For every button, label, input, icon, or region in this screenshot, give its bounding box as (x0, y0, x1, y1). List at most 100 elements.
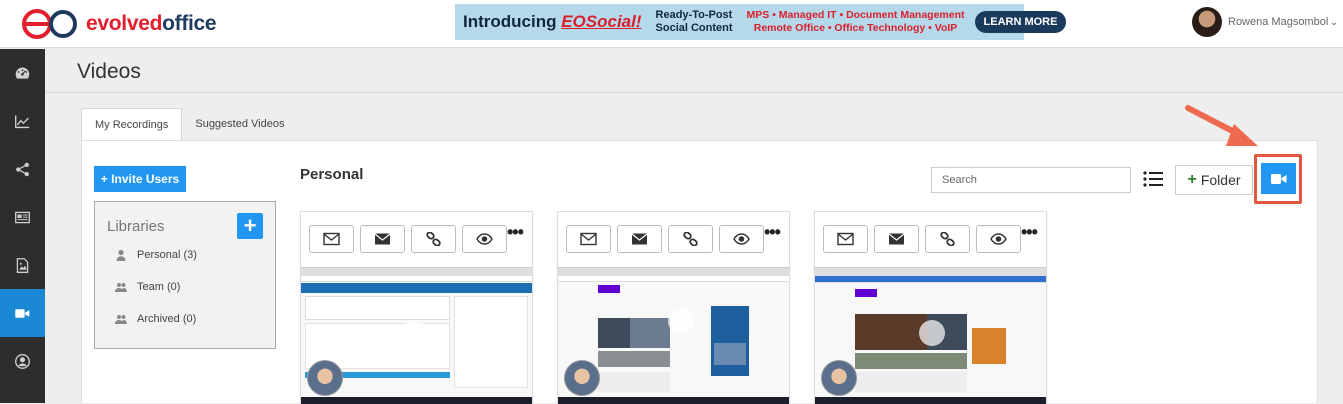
library-item-label: Archived (0) (137, 313, 197, 325)
news-icon (15, 211, 30, 223)
envelope-outline-icon (837, 232, 854, 246)
library-item-label: Personal (3) (137, 249, 197, 261)
thumb-address-bar (558, 276, 789, 282)
thumb-browser-chrome (558, 268, 789, 276)
tab-bar: My Recordings Suggested Videos (81, 108, 297, 141)
video-card[interactable]: ••• (557, 211, 790, 404)
more-options-icon[interactable]: ••• (1021, 222, 1038, 243)
line-chart-icon (15, 115, 30, 128)
banner-subtitle: Ready-To-Post Social Content (656, 9, 733, 35)
preview-button[interactable] (976, 225, 1021, 253)
thumb-crm-navbar (301, 283, 532, 293)
logo-text-b: office (162, 12, 217, 35)
banner-title-emph: EOSocial! (561, 12, 642, 31)
library-item-personal[interactable]: Personal (3) (115, 249, 197, 261)
list-view-icon[interactable] (1143, 170, 1163, 188)
video-thumbnail[interactable] (301, 267, 532, 404)
envelope-icon (631, 233, 648, 245)
promo-banner[interactable]: Introducing EOSocial! Ready-To-Post Soci… (455, 4, 1067, 40)
video-camera-icon (1270, 173, 1286, 184)
thumb-ad-image (714, 343, 746, 365)
sidebar-item-analytics[interactable] (0, 97, 45, 145)
learn-more-button[interactable]: LEARN MORE (974, 11, 1067, 33)
banner-sub-line1: Ready-To-Post (655, 9, 733, 21)
more-options-icon[interactable]: ••• (507, 222, 524, 243)
sidebar-item-news[interactable] (0, 193, 45, 241)
more-options-icon[interactable]: ••• (764, 222, 781, 243)
card-actions (309, 225, 513, 253)
thumb-news-list (855, 372, 967, 392)
user-name[interactable]: Rowena Magsombol (1228, 16, 1328, 28)
email-outline-button[interactable] (309, 225, 354, 253)
email-button[interactable] (360, 225, 405, 253)
top-bar: evolvedoffice Introducing EOSocial! Read… (0, 0, 1343, 48)
card-actions (823, 225, 1027, 253)
copy-link-button[interactable] (925, 225, 970, 253)
thumb-crm-side (454, 296, 528, 388)
sidebar-item-dashboard[interactable] (0, 49, 45, 97)
banner-sub-line2: Social Content (655, 22, 733, 34)
section-title: Personal (300, 166, 364, 183)
sidebar-item-videos[interactable] (0, 289, 45, 337)
email-outline-button[interactable] (566, 225, 611, 253)
copy-link-button[interactable] (668, 225, 713, 253)
thumb-news-list (598, 372, 670, 392)
logo[interactable]: evolvedoffice (20, 8, 217, 40)
thumb-hero-image (630, 318, 670, 348)
avatar[interactable] (1192, 7, 1222, 37)
envelope-icon (374, 233, 391, 245)
eye-icon (476, 233, 493, 245)
logo-text: evolvedoffice (86, 12, 217, 36)
preview-button[interactable] (462, 225, 507, 253)
libraries-title: Libraries (107, 218, 165, 235)
sidebar-item-share[interactable] (0, 145, 45, 193)
page-title: Videos (77, 60, 141, 83)
thumb-address-bar (301, 276, 532, 282)
add-library-button[interactable]: + (237, 213, 263, 239)
thumb-news-tiles (598, 351, 670, 367)
folder-label: Folder (1200, 172, 1241, 188)
thumb-crm-header (305, 296, 450, 320)
thumb-ad-image (972, 328, 1006, 364)
eye-icon (733, 233, 750, 245)
thumb-address-bar (815, 276, 1046, 283)
play-icon (668, 308, 694, 334)
sidebar-item-profile[interactable] (0, 337, 45, 385)
sidebar-item-images[interactable] (0, 241, 45, 289)
video-thumbnail[interactable] (558, 267, 789, 404)
preview-button[interactable] (719, 225, 764, 253)
user-icon (116, 249, 126, 261)
chevron-down-icon[interactable]: ⌄ (1330, 17, 1338, 28)
thumb-yahoo-logo (855, 289, 877, 297)
logo-mark-icon (22, 9, 77, 39)
envelope-icon (888, 233, 905, 245)
email-outline-button[interactable] (823, 225, 868, 253)
search-input[interactable] (931, 167, 1131, 193)
copy-link-button[interactable] (411, 225, 456, 253)
library-item-archived[interactable]: Archived (0) (115, 313, 196, 325)
user-menu[interactable]: Rowena Magsombol ⌄ (1192, 7, 1338, 37)
invite-users-button[interactable]: + Invite Users (94, 166, 186, 192)
thumb-ad (711, 306, 749, 376)
webcam-bubble (821, 360, 857, 396)
invite-plus-icon: + (100, 172, 108, 186)
video-card[interactable]: ••• (300, 211, 533, 404)
play-icon (919, 320, 945, 346)
banner-services: MPS • Managed IT • Document Management R… (747, 9, 965, 35)
tab-suggested-videos[interactable]: Suggested Videos (182, 108, 297, 141)
tab-my-recordings[interactable]: My Recordings (81, 108, 183, 141)
thumb-news-tiles (855, 353, 967, 369)
video-thumbnail[interactable] (815, 267, 1046, 404)
new-folder-button[interactable]: + Folder (1175, 165, 1253, 195)
record-video-button[interactable] (1261, 163, 1296, 194)
video-card[interactable]: ••• (814, 211, 1047, 404)
library-item-team[interactable]: Team (0) (115, 281, 180, 293)
email-button[interactable] (874, 225, 919, 253)
library-item-label: Team (0) (137, 281, 181, 293)
email-button[interactable] (617, 225, 662, 253)
invite-users-label: Invite Users (111, 172, 180, 186)
link-icon (940, 232, 955, 246)
eye-icon (990, 233, 1007, 245)
users-icon (115, 283, 127, 292)
thumb-browser-chrome (301, 268, 532, 276)
